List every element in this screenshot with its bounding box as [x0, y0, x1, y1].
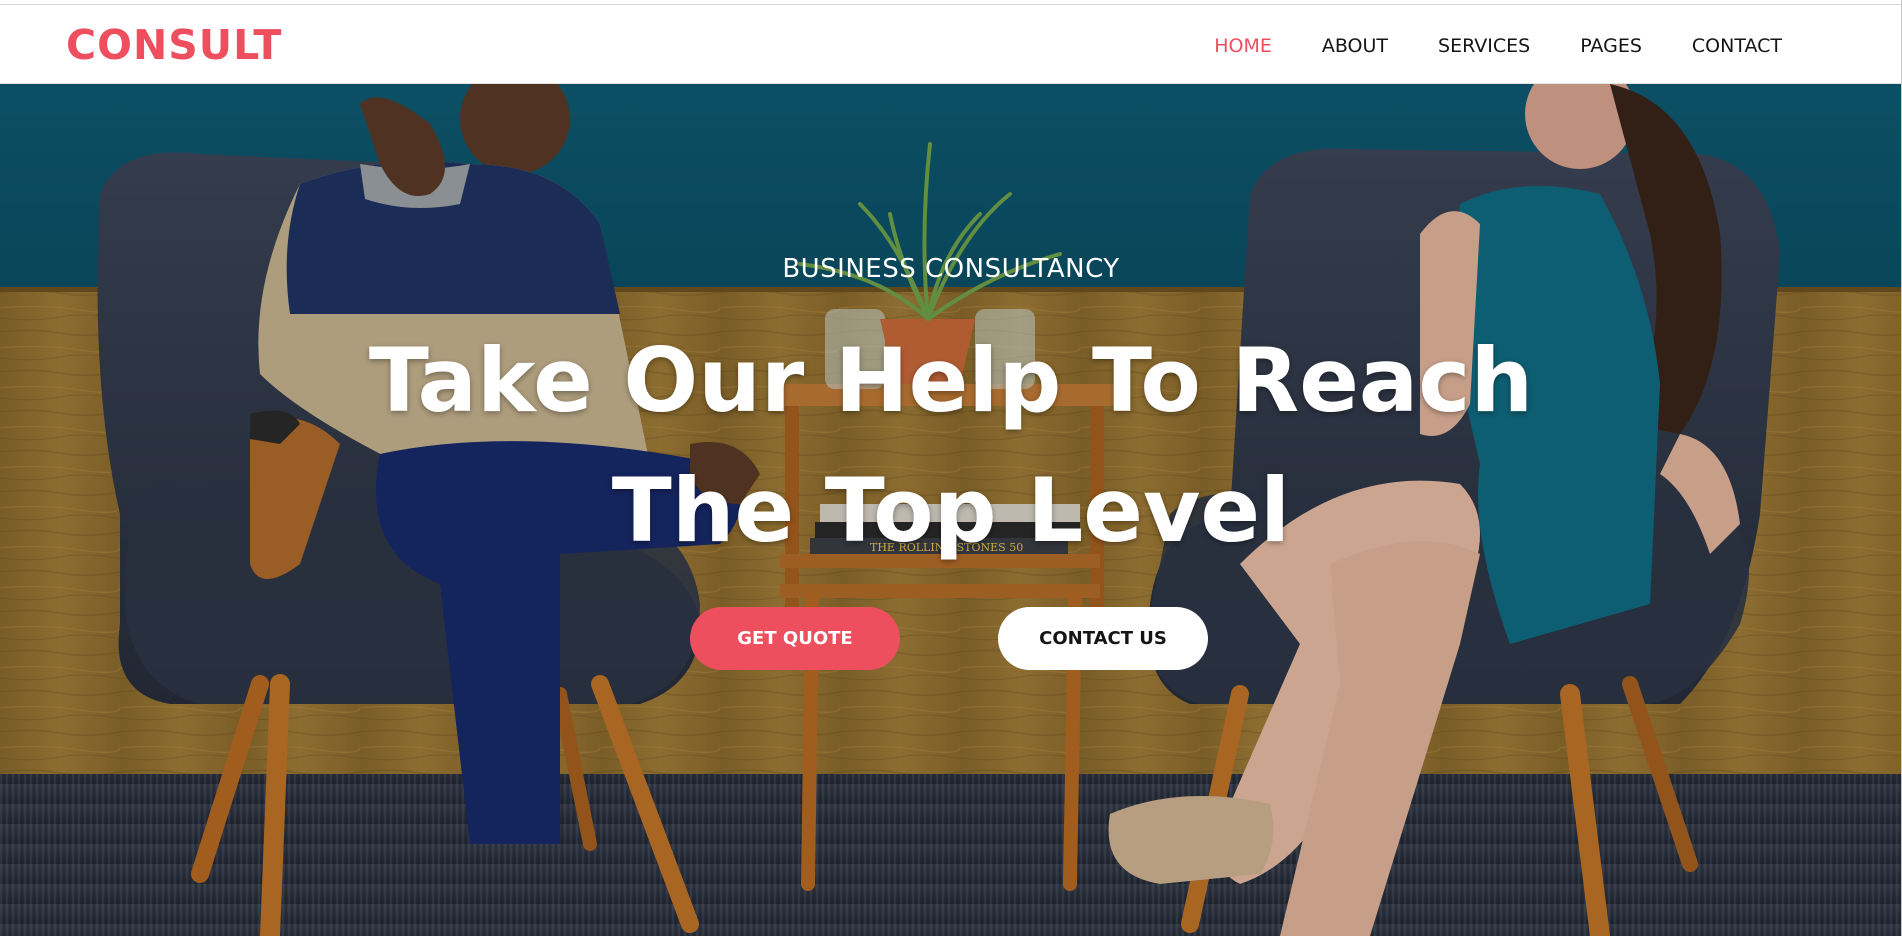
hero-eyebrow: BUSINESS CONSULTANCY	[782, 254, 1120, 284]
hero-headline-line2: The Top Level	[611, 459, 1291, 562]
get-quote-button[interactable]: GET QUOTE	[690, 607, 900, 670]
nav-item-about[interactable]: ABOUT	[1322, 35, 1388, 57]
navbar: CONSULT HOME ABOUT SERVICES PAGES CONTAC…	[0, 5, 1902, 84]
hero-headline-line1: Take Our Help To Reach	[368, 329, 1534, 432]
contact-us-button[interactable]: CONTACT US	[998, 607, 1208, 670]
nav-item-home[interactable]: HOME	[1214, 35, 1272, 57]
main-nav: HOME ABOUT SERVICES PAGES CONTACT	[1164, 35, 1782, 57]
hero-section: THE ROLLING STONES 50 BUSINESS CONSULTAN…	[0, 84, 1902, 936]
nav-item-contact[interactable]: CONTACT	[1692, 35, 1782, 57]
nav-item-pages[interactable]: PAGES	[1580, 35, 1642, 57]
brand-logo[interactable]: CONSULT	[66, 21, 282, 69]
nav-item-services[interactable]: SERVICES	[1438, 35, 1530, 57]
